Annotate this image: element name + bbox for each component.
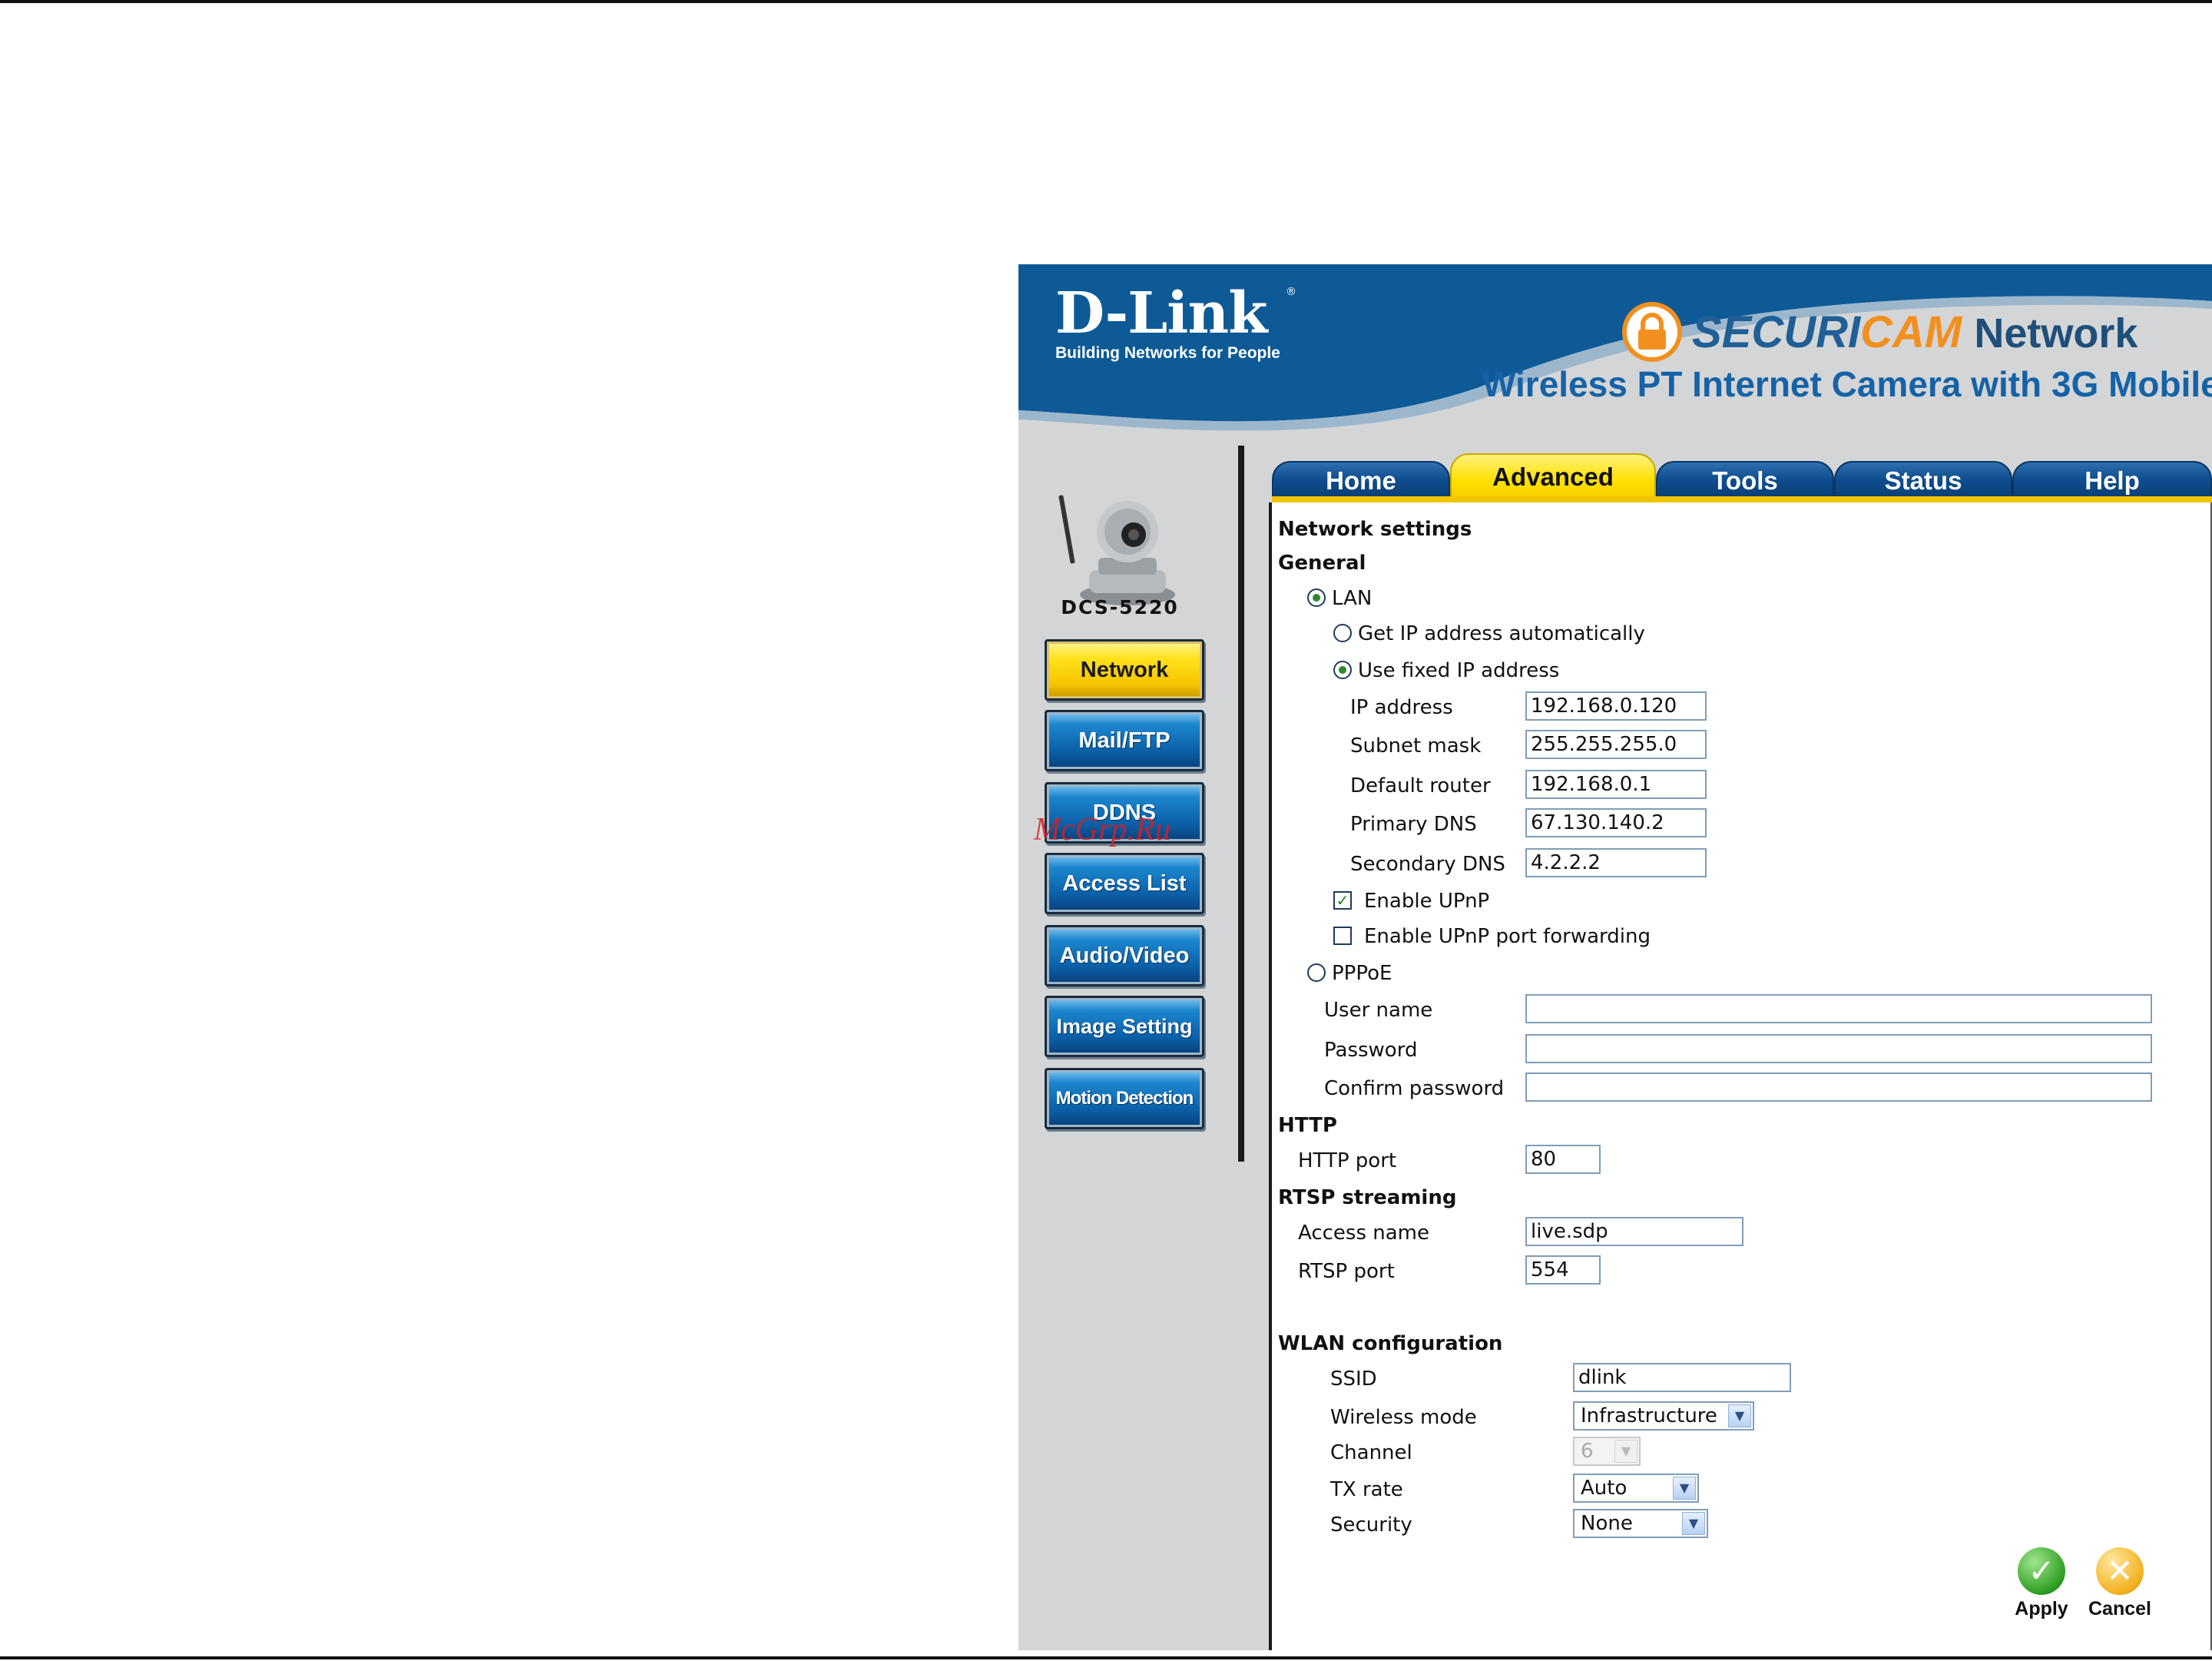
sidebar-item-motion-detection[interactable]: Motion Detection [1045,1068,1204,1129]
lock-icon [1622,302,1682,362]
ip-address-input[interactable]: 192.168.0.120 [1525,691,1707,721]
subnet-mask-input[interactable]: 255.255.255.0 [1525,730,1707,759]
wireless-mode-select[interactable]: Infrastructure ▼ [1573,1401,1754,1431]
enable-upnp-forwarding-checkbox[interactable] [1333,927,1352,945]
chevron-down-icon: ▼ [1728,1404,1751,1427]
security-select[interactable]: None ▼ [1573,1509,1708,1538]
access-name-input[interactable]: live.sdp [1525,1217,1743,1246]
rtsp-port-label: RTSP port [1298,1260,1395,1283]
pppoe-radio[interactable] [1307,963,1326,982]
tab-tools[interactable]: Tools [1656,461,1834,501]
secondary-dns-input[interactable]: 4.2.2.2 [1525,848,1707,877]
brand-text: SECURICAM Network [1692,306,2137,360]
security-value: None [1581,1512,1633,1535]
primary-dns-input[interactable]: 67.130.140.2 [1525,808,1707,837]
wireless-mode-label: Wireless mode [1330,1406,1477,1429]
chevron-down-icon: ▼ [1673,1477,1696,1500]
enable-upnp-checkbox[interactable]: ✓ [1333,891,1352,910]
page-title: Network settings [1278,518,1472,541]
confirm-password-label: Confirm password [1324,1077,1505,1100]
username-input[interactable] [1525,994,2152,1023]
section-wlan: WLAN configuration [1278,1332,1503,1355]
subnet-mask-label: Subnet mask [1350,734,1482,758]
settings-panel: Network settings General LAN Get IP addr… [1269,502,2212,1650]
enable-upnp-forwarding-label: Enable UPnP port forwarding [1364,925,1651,948]
model-name: DCS-5220 [1061,596,1179,618]
lan-radio[interactable] [1307,588,1326,607]
username-label: User name [1324,999,1433,1022]
get-ip-auto-label: Get IP address automatically [1358,622,1645,645]
ssid-input[interactable]: dlink [1573,1363,1791,1392]
section-http: HTTP [1278,1114,1337,1137]
tab-underline [1272,496,2212,502]
pppoe-label: PPPoE [1332,962,1392,985]
tab-bar: Home Advanced Tools Status Help [1272,453,2212,501]
logo-tagline: Building Networks for People [1055,344,1280,362]
bottom-rule [0,1656,2212,1659]
brand-securi: SECURI [1692,307,1861,357]
sidebar-item-image-setting[interactable]: Image Setting [1045,996,1204,1057]
primary-dns-label: Primary DNS [1350,813,1477,836]
tab-status[interactable]: Status [1834,461,2012,501]
sidebar-item-access-list[interactable]: Access List [1045,853,1204,914]
cancel-label: Cancel [2088,1598,2151,1620]
checkmark-icon: ✓ [2018,1547,2065,1595]
registered-mark: ® [1286,286,1296,298]
camera-image [1058,495,1175,605]
sidebar-item-audio-video[interactable]: Audio/Video [1045,925,1204,986]
secondary-dns-label: Secondary DNS [1350,853,1505,876]
channel-label: Channel [1330,1441,1412,1464]
wireless-mode-value: Infrastructure [1581,1404,1717,1427]
tx-rate-label: TX rate [1330,1478,1403,1501]
channel-select: 6 ▼ [1573,1437,1641,1466]
logo-text: D-Link [1055,280,1267,346]
tab-advanced[interactable]: Advanced [1450,453,1656,501]
close-icon: ✕ [2096,1547,2144,1595]
sidebar-divider [1238,446,1244,1162]
watermark: McGrp.Ru [1034,812,1171,847]
sidebar-item-mail-ftp[interactable]: Mail/FTP [1045,710,1204,771]
ip-address-label: IP address [1350,696,1453,719]
confirm-password-input[interactable] [1525,1073,2152,1102]
password-label: Password [1324,1039,1418,1062]
lan-label: LAN [1332,587,1373,610]
sidebar-item-network[interactable]: Network [1045,639,1204,701]
use-fixed-ip-radio[interactable] [1333,661,1352,679]
section-rtsp: RTSP streaming [1278,1186,1457,1209]
ssid-label: SSID [1330,1368,1377,1391]
top-rule [0,0,2212,3]
http-port-label: HTTP port [1298,1149,1397,1172]
password-input[interactable] [1525,1034,2152,1063]
chevron-down-icon: ▼ [1614,1440,1637,1463]
security-label: Security [1330,1513,1412,1537]
product-title: Wireless PT Internet Camera with 3G Mobi… [1482,364,2212,404]
rtsp-port-input[interactable]: 554 [1525,1255,1601,1285]
chevron-down-icon: ▼ [1682,1512,1705,1535]
default-router-input[interactable]: 192.168.0.1 [1525,770,1707,799]
use-fixed-ip-label: Use fixed IP address [1358,659,1560,682]
dlink-logo: D-Link Building Networks for People ® [1055,280,1296,363]
tab-help[interactable]: Help [2012,461,2212,501]
get-ip-auto-radio[interactable] [1333,624,1352,642]
camera-web-ui: D-Link Building Networks for People ® SE… [1018,264,2212,1650]
brand-network: Network [1974,310,2138,356]
tab-home[interactable]: Home [1272,461,1450,501]
apply-button[interactable]: ✓ Apply [2003,1547,2080,1620]
default-router-label: Default router [1350,774,1491,797]
brand-cam: CAM [1860,307,1962,357]
tx-rate-select[interactable]: Auto ▼ [1573,1474,1699,1503]
cancel-button[interactable]: ✕ Cancel [2081,1547,2158,1620]
channel-value: 6 [1581,1440,1594,1463]
header: D-Link Building Networks for People ® SE… [1018,264,2212,456]
http-port-input[interactable]: 80 [1525,1145,1601,1174]
apply-label: Apply [2015,1598,2068,1620]
enable-upnp-label: Enable UPnP [1364,890,1490,913]
access-name-label: Access name [1298,1222,1430,1245]
section-general: General [1278,552,1366,575]
tx-rate-value: Auto [1581,1477,1628,1500]
